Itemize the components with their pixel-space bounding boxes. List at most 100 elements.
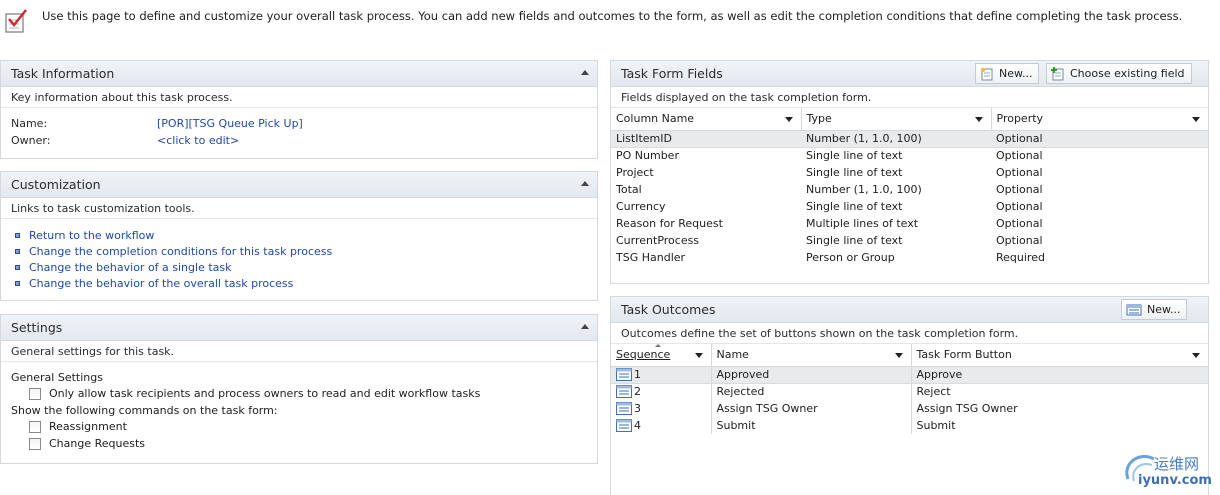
watermark-logo: 运维网 iyunv.com: [1116, 445, 1216, 493]
completion-conditions-link[interactable]: Change the completion conditions for thi…: [29, 245, 332, 258]
field-property-cell: Optional: [996, 149, 1043, 163]
list-item: Change the behavior of the overall task …: [11, 275, 587, 291]
outcome-name-cell: Rejected: [711, 383, 912, 400]
table-row[interactable]: ListItemID Number (1, 1.0, 100) Optional: [611, 129, 1208, 148]
column-header-column-name[interactable]: Column Name: [611, 108, 802, 131]
settings-header: Settings: [1, 315, 597, 341]
task-form-fields-table: Column Name Type Property ListItemID Numb…: [611, 108, 1208, 266]
dropdown-arrow-icon[interactable]: [1192, 117, 1200, 122]
task-information-header: Task Information: [1, 61, 597, 87]
customization-links: Return to the workflow Change the comple…: [11, 225, 587, 291]
table-row[interactable]: Total Number (1, 1.0, 100) Optional: [611, 181, 1208, 198]
panel-title: Customization: [11, 177, 101, 192]
task-outcomes-rows: 1 Approved Approve 2 Rejected Reject 3 Assign T…: [611, 365, 1208, 434]
new-outcome-icon: [1126, 304, 1142, 315]
new-outcome-button[interactable]: New...: [1121, 299, 1188, 320]
table-row[interactable]: 4 Submit Submit: [611, 417, 1208, 434]
collapse-icon[interactable]: [581, 181, 589, 186]
table-row[interactable]: TSG Handler Person or Group Required: [611, 249, 1208, 266]
field-name-cell: CurrentProcess: [616, 234, 700, 247]
sequence-cell: 1: [611, 365, 712, 384]
panel-description: Fields displayed on the task completion …: [611, 87, 1208, 108]
collapse-icon[interactable]: [581, 324, 589, 329]
reassignment-option: Reassignment: [11, 418, 587, 435]
return-to-workflow-link[interactable]: Return to the workflow: [29, 229, 154, 242]
bullet-icon: [15, 280, 20, 286]
panel-title: Task Information: [11, 66, 115, 81]
sequence-value: 3: [634, 402, 641, 415]
field-type-cell: Single line of text: [806, 149, 903, 163]
sequence-value: 1: [634, 368, 641, 381]
dropdown-arrow-icon[interactable]: [974, 117, 983, 122]
column-header-type[interactable]: Type: [801, 108, 992, 131]
column-header-property[interactable]: Property: [991, 108, 1208, 131]
field-name-cell: Project: [616, 166, 654, 179]
table-row[interactable]: 3 Assign TSG Owner Assign TSG Owner: [611, 400, 1208, 417]
name-row: Name: [POR][TSG Queue Pick Up]: [11, 115, 587, 132]
task-form-fields-rows: ListItemID Number (1, 1.0, 100) Optional PO…: [611, 129, 1208, 266]
field-name-cell: Reason for Request: [616, 217, 723, 230]
table-row[interactable]: 2 Rejected Reject: [611, 383, 1208, 400]
customization-panel: Customization Links to task customizatio…: [0, 171, 598, 301]
field-property-cell: Optional: [996, 200, 1043, 213]
field-property-cell: Optional: [996, 234, 1043, 247]
field-type-cell: Single line of text: [806, 200, 903, 213]
dropdown-arrow-icon[interactable]: [1192, 353, 1200, 358]
dropdown-arrow-icon[interactable]: [694, 353, 703, 358]
add-existing-field-icon: [1051, 66, 1064, 80]
task-outcomes-header: Task Outcomes New...: [611, 297, 1208, 323]
bullet-icon: [15, 248, 20, 254]
list-item: Change the completion conditions for thi…: [11, 243, 587, 259]
name-label: Name:: [11, 117, 48, 130]
change-requests-option: Change Requests: [11, 435, 587, 452]
commands-label: Show the following commands on the task …: [11, 403, 278, 417]
task-form-button-cell: Assign TSG Owner: [916, 402, 1018, 415]
permissions-checkbox[interactable]: [29, 387, 41, 400]
task-form-fields-panel: Task Form Fields New... Choose existing …: [610, 60, 1209, 284]
field-name-cell: PO Number: [616, 149, 679, 163]
panel-description: Key information about this task process.: [1, 87, 597, 108]
reassignment-checkbox[interactable]: [29, 420, 41, 433]
panel-description: General settings for this task.: [1, 341, 597, 362]
dropdown-arrow-icon[interactable]: [784, 117, 793, 122]
bullet-icon: [15, 232, 20, 238]
dropdown-arrow-icon[interactable]: [894, 353, 903, 358]
single-task-behavior-link[interactable]: Change the behavior of a single task: [29, 261, 232, 274]
table-row[interactable]: CurrentProcess Single line of text Optiona…: [611, 232, 1208, 249]
table-row[interactable]: 1 Approved Approve: [611, 365, 1208, 384]
panel-title: Task Outcomes: [621, 302, 716, 317]
field-type-cell: Number (1, 1.0, 100): [801, 129, 991, 148]
name-value-link[interactable]: [POR][TSG Queue Pick Up]: [157, 117, 303, 130]
owner-edit-link[interactable]: <click to edit>: [157, 134, 239, 147]
table-row[interactable]: Reason for Request Multiple lines of text…: [611, 215, 1208, 232]
list-item: Change the behavior of a single task: [11, 259, 587, 275]
column-header-task-form-button[interactable]: Task Form Button: [911, 344, 1208, 367]
change-requests-checkbox[interactable]: [29, 437, 41, 450]
table-row[interactable]: Project Single line of text Optional: [611, 164, 1208, 181]
field-type-cell: Single line of text: [806, 234, 903, 247]
task-form-button-cell: Reject: [916, 385, 951, 399]
field-name-cell: Currency: [616, 200, 666, 213]
table-row[interactable]: Currency Single line of text Optional: [611, 198, 1208, 215]
task-form-button-cell: Submit: [916, 419, 956, 432]
collapse-icon[interactable]: [581, 70, 589, 75]
panel-description: Outcomes define the set of buttons shown…: [611, 323, 1208, 344]
new-field-icon: [980, 67, 993, 80]
table-header-row: Sequence Name Task Form Button: [611, 344, 1208, 367]
table-row[interactable]: PO Number Single line of text Optional: [611, 147, 1208, 164]
field-property-cell: Optional: [996, 166, 1043, 179]
sort-ascending-icon: [655, 344, 661, 347]
new-outcome-button-label: New...: [1147, 303, 1181, 316]
column-header-name[interactable]: Name: [711, 344, 912, 367]
choose-existing-field-button[interactable]: Choose existing field: [1046, 63, 1192, 84]
field-name-cell: Total: [616, 183, 642, 196]
field-type-cell: Single line of text: [806, 166, 903, 179]
outcome-form-icon: [616, 419, 632, 432]
sequence-cell: 3: [611, 400, 712, 417]
panel-title: Task Form Fields: [621, 66, 723, 81]
field-type-cell: Number (1, 1.0, 100): [806, 183, 922, 196]
overall-task-behavior-link[interactable]: Change the behavior of the overall task …: [29, 277, 293, 290]
new-field-button[interactable]: New...: [975, 63, 1040, 84]
permissions-option: Only allow task recipients and process o…: [11, 385, 587, 402]
column-header-sequence[interactable]: Sequence: [611, 344, 712, 367]
